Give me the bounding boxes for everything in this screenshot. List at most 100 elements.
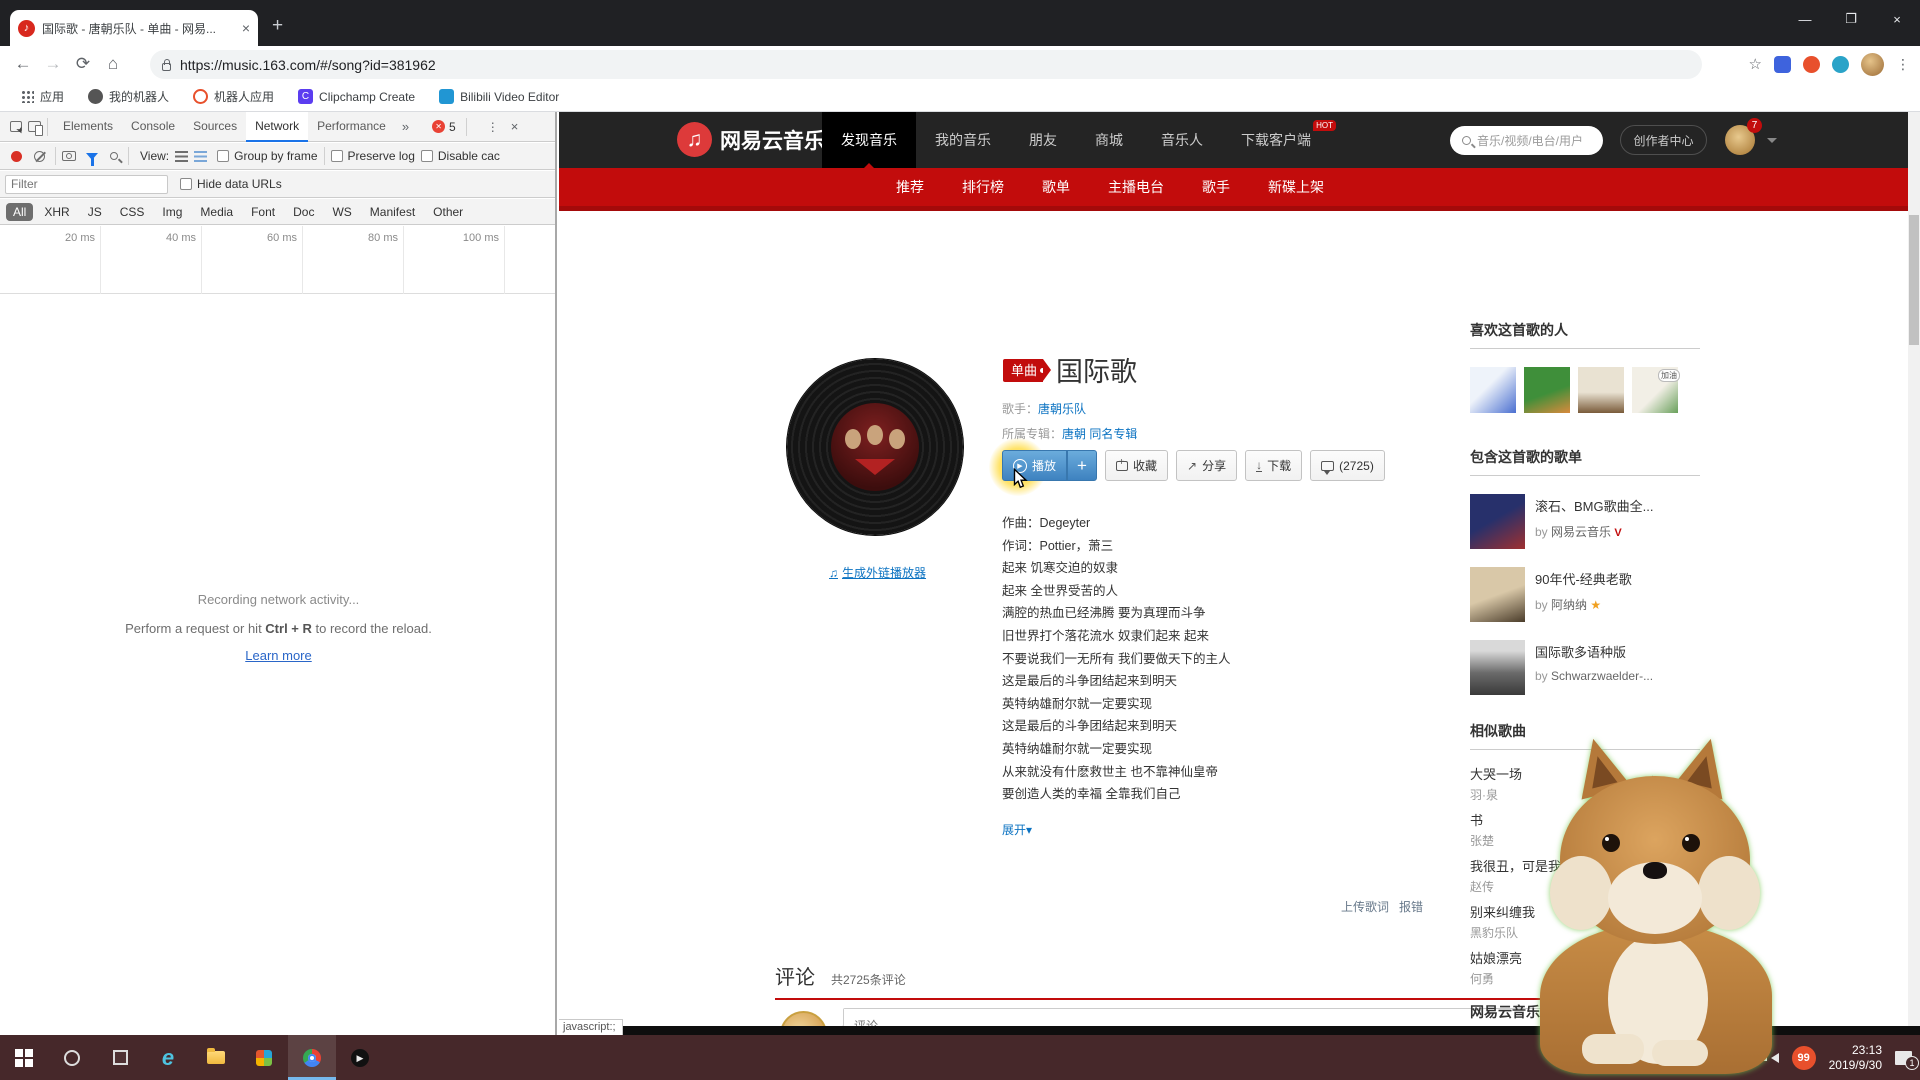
creator-center-button[interactable]: 创作者中心 xyxy=(1620,125,1707,155)
bookmark-star-icon[interactable]: ☆ xyxy=(1749,55,1762,73)
liker-avatar[interactable] xyxy=(1578,367,1624,413)
device-toolbar-icon[interactable] xyxy=(28,121,41,132)
bookmark-apps[interactable]: 应用 xyxy=(14,88,72,105)
netease-tray-badge[interactable]: 99 xyxy=(1792,1046,1816,1070)
bookmark-item[interactable]: C Clipchamp Create xyxy=(290,89,423,104)
preserve-log-checkbox[interactable] xyxy=(331,150,343,162)
taskbar-clock[interactable]: 23:13 2019/9/30 xyxy=(1829,1043,1882,1073)
devtools-tab-sources[interactable]: Sources xyxy=(184,112,246,142)
extension-icon-teal[interactable] xyxy=(1832,56,1849,73)
subnav-charts[interactable]: 排行榜 xyxy=(962,177,1004,197)
liker-avatar[interactable] xyxy=(1524,367,1570,413)
new-tab-button[interactable]: + xyxy=(272,16,283,35)
filter-input[interactable] xyxy=(5,175,168,194)
filter-chip-ws[interactable]: WS xyxy=(325,203,358,221)
artist-link[interactable]: 唐朝乐队 xyxy=(1038,402,1086,416)
window-minimize-button[interactable]: — xyxy=(1782,0,1828,38)
record-button[interactable] xyxy=(11,151,22,162)
tab-close-icon[interactable]: × xyxy=(242,20,250,36)
inspect-element-icon[interactable] xyxy=(10,121,22,132)
devtools-menu-icon[interactable]: ⋮ xyxy=(487,120,499,134)
nav-musician[interactable]: 音乐人 xyxy=(1142,112,1222,168)
taskbar-media-player[interactable]: ▶ xyxy=(336,1035,384,1080)
external-player-link[interactable]: ♫ 生成外链播放器 xyxy=(829,564,926,581)
comment-button[interactable]: (2725) xyxy=(1310,450,1385,481)
bookmark-item[interactable]: Bilibili Video Editor xyxy=(431,89,567,104)
nav-discover-music[interactable]: 发现音乐 xyxy=(822,112,916,168)
nav-friends[interactable]: 朋友 xyxy=(1010,112,1076,168)
search-icon[interactable] xyxy=(110,152,118,160)
hide-data-urls-checkbox[interactable] xyxy=(180,178,192,190)
extension-icon-orange[interactable] xyxy=(1803,56,1820,73)
liker-avatar[interactable]: 加油 xyxy=(1632,367,1678,413)
browser-profile-avatar[interactable] xyxy=(1861,53,1884,76)
window-maximize-button[interactable]: ❐ xyxy=(1828,0,1874,38)
taskbar-edge[interactable]: e xyxy=(144,1035,192,1080)
expand-lyrics-link[interactable]: 展开▾ xyxy=(1002,821,1032,838)
task-view-button[interactable] xyxy=(96,1035,144,1080)
site-search[interactable]: 音乐/视频/电台/用户 xyxy=(1450,126,1603,155)
view-list-icon[interactable] xyxy=(175,151,188,162)
filter-chip-img[interactable]: Img xyxy=(155,203,189,221)
nav-my-music[interactable]: 我的音乐 xyxy=(916,112,1010,168)
browser-menu-icon[interactable]: ⋮ xyxy=(1896,56,1910,73)
devtools-tab-performance[interactable]: Performance xyxy=(308,112,395,142)
liker-avatar[interactable] xyxy=(1470,367,1516,413)
upload-lyrics-link[interactable]: 上传歌词 xyxy=(1341,898,1389,915)
group-by-frame-checkbox[interactable] xyxy=(217,150,229,162)
playlist-name[interactable]: 国际歌多语种版 xyxy=(1535,640,1653,661)
bookmark-item[interactable]: 我的机器人 xyxy=(80,88,177,105)
devtools-tab-network[interactable]: Network xyxy=(246,112,308,142)
screenshot-icon[interactable] xyxy=(62,151,76,161)
filter-chip-all[interactable]: All xyxy=(6,203,33,221)
favorite-button[interactable]: 收藏 xyxy=(1105,450,1168,481)
console-error-badge[interactable]: ✕ 5 xyxy=(432,120,456,134)
devtools-close-icon[interactable]: × xyxy=(511,119,519,134)
learn-more-link[interactable]: Learn more xyxy=(245,648,311,663)
page-scrollbar[interactable] xyxy=(1908,112,1920,1035)
clear-button[interactable] xyxy=(34,151,45,162)
filter-chip-manifest[interactable]: Manifest xyxy=(363,203,422,221)
playlist-item[interactable]: 国际歌多语种版 by Schwarzwaelder-... xyxy=(1470,640,1700,695)
add-to-playlist-button[interactable]: + xyxy=(1067,450,1097,481)
view-waterfall-icon[interactable] xyxy=(194,151,207,162)
subnav-playlists[interactable]: 歌单 xyxy=(1042,177,1070,197)
playlist-item[interactable]: 90年代-经典老歌 by 阿纳纳 ★ xyxy=(1470,567,1700,622)
home-button[interactable]: ⌂ xyxy=(98,54,128,74)
devtools-tab-elements[interactable]: Elements xyxy=(54,112,122,142)
disable-cache-checkbox[interactable] xyxy=(421,150,433,162)
browser-tab[interactable]: ♪ 国际歌 - 唐朝乐队 - 单曲 - 网易... × xyxy=(10,10,258,46)
filter-chip-xhr[interactable]: XHR xyxy=(37,203,76,221)
devtools-tab-console[interactable]: Console xyxy=(122,112,184,142)
filter-chip-doc[interactable]: Doc xyxy=(286,203,321,221)
share-button[interactable]: ↗分享 xyxy=(1176,450,1237,481)
filter-funnel-icon[interactable] xyxy=(86,153,98,160)
filter-chip-css[interactable]: CSS xyxy=(113,203,152,221)
site-logo[interactable]: ♫ 网易云音乐 xyxy=(677,122,825,157)
reload-button[interactable]: ⟳ xyxy=(68,54,98,74)
taskbar-file-explorer[interactable] xyxy=(192,1035,240,1080)
filter-chip-font[interactable]: Font xyxy=(244,203,282,221)
nav-download-client[interactable]: 下载客户端HOT xyxy=(1222,112,1330,168)
filter-chip-other[interactable]: Other xyxy=(426,203,470,221)
scrollbar-thumb[interactable] xyxy=(1909,215,1919,345)
playlist-item[interactable]: 滚石、BMG歌曲全... by 网易云音乐 V xyxy=(1470,494,1700,549)
nav-store[interactable]: 商城 xyxy=(1076,112,1142,168)
extension-icon-blue[interactable] xyxy=(1774,56,1791,73)
start-button[interactable] xyxy=(0,1035,48,1080)
filter-chip-media[interactable]: Media xyxy=(193,203,240,221)
cortana-button[interactable] xyxy=(48,1035,96,1080)
subnav-radio[interactable]: 主播电台 xyxy=(1108,177,1164,197)
more-tabs-icon[interactable]: » xyxy=(395,119,416,134)
report-error-link[interactable]: 报错 xyxy=(1399,898,1423,915)
bookmark-item[interactable]: 机器人应用 xyxy=(185,88,282,105)
album-link[interactable]: 唐朝 同名专辑 xyxy=(1062,427,1137,441)
filter-chip-js[interactable]: JS xyxy=(81,203,109,221)
volume-icon[interactable] xyxy=(1771,1053,1779,1063)
subnav-artists[interactable]: 歌手 xyxy=(1202,177,1230,197)
user-caret-icon[interactable] xyxy=(1767,138,1777,143)
back-button[interactable]: ← xyxy=(8,54,38,74)
subnav-new-albums[interactable]: 新碟上架 xyxy=(1268,177,1324,197)
download-button[interactable]: ↓下载 xyxy=(1245,450,1302,481)
url-text[interactable]: https://music.163.com/#/song?id=381962 xyxy=(180,57,436,73)
